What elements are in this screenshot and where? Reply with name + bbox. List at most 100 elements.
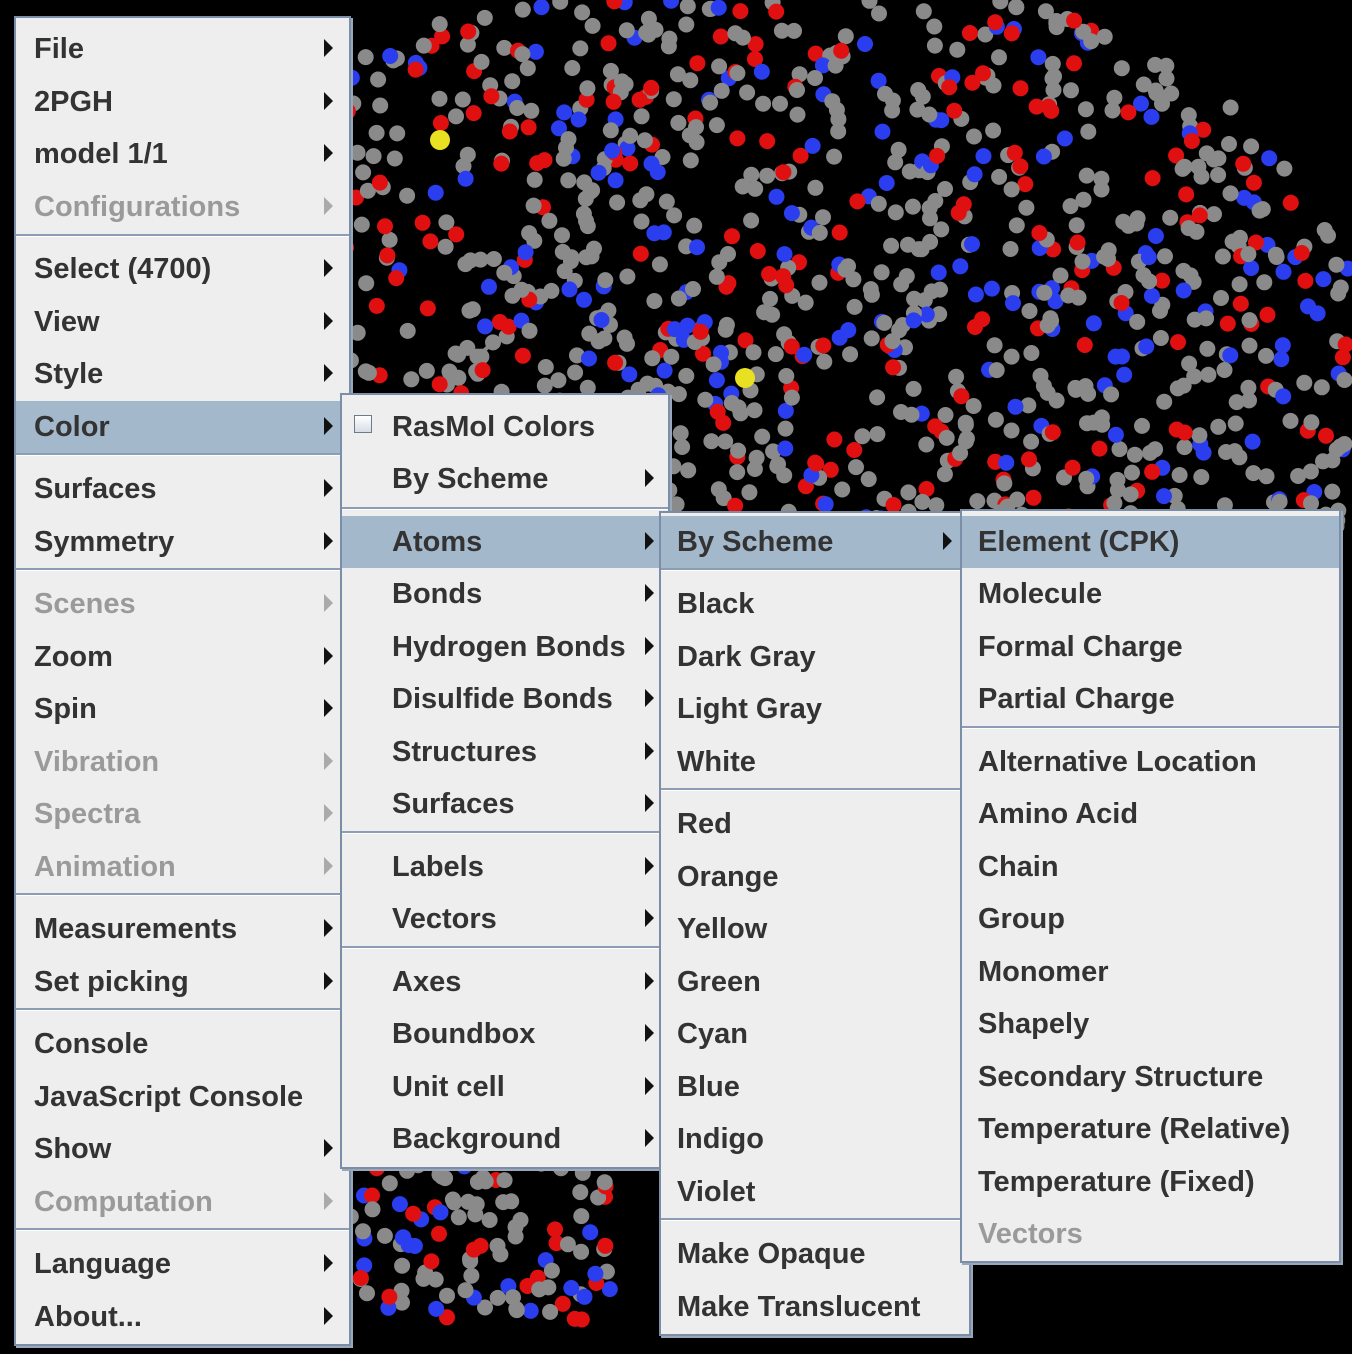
submenu-arrow-icon xyxy=(324,144,333,162)
menu-item-secondary-structure[interactable]: Secondary Structure xyxy=(962,1051,1339,1103)
menu-item-make-translucent[interactable]: Make Translucent xyxy=(661,1281,969,1333)
menu-item-background[interactable]: Background xyxy=(342,1113,668,1165)
menu-item-white[interactable]: White xyxy=(661,736,969,788)
menu-item-light-gray[interactable]: Light Gray xyxy=(661,683,969,735)
menu-item-amino-acid[interactable]: Amino Acid xyxy=(962,788,1339,840)
menu-item-set-picking[interactable]: Set picking xyxy=(16,956,349,1008)
menu-item-console[interactable]: Console xyxy=(16,1018,349,1070)
menu-item-formal-charge[interactable]: Formal Charge xyxy=(962,621,1339,673)
menu-item-label: Color xyxy=(34,411,110,443)
submenu-arrow-icon xyxy=(645,584,654,602)
menu-separator xyxy=(16,453,349,455)
menu-item-configurations[interactable]: Configurations xyxy=(16,181,349,233)
submenu-arrow-icon xyxy=(324,804,333,822)
menu-item-green[interactable]: Green xyxy=(661,956,969,1008)
menu-item-about[interactable]: About... xyxy=(16,1291,349,1343)
menu-item-animation[interactable]: Animation xyxy=(16,841,349,893)
submenu-arrow-icon xyxy=(324,92,333,110)
menu-item-label: model 1/1 xyxy=(34,138,168,170)
menu-separator xyxy=(16,568,349,570)
menu-item-make-opaque[interactable]: Make Opaque xyxy=(661,1228,969,1280)
menu-item-element-cpk[interactable]: Element (CPK) xyxy=(962,516,1339,568)
submenu-arrow-icon xyxy=(645,972,654,990)
menu-item-boundbox[interactable]: Boundbox xyxy=(342,1008,668,1060)
menu-item-yellow[interactable]: Yellow xyxy=(661,903,969,955)
menu-item-dark-gray[interactable]: Dark Gray xyxy=(661,631,969,683)
menu-item-label: Group xyxy=(978,903,1065,935)
menu-separator xyxy=(342,507,668,509)
menu-item-label: File xyxy=(34,33,84,65)
submenu-arrow-icon xyxy=(645,689,654,707)
menu-item-unit-cell[interactable]: Unit cell xyxy=(342,1061,668,1113)
menu-item-2pgh[interactable]: 2PGH xyxy=(16,76,349,128)
menu-item-label: Shapely xyxy=(978,1008,1090,1040)
menu-item-indigo[interactable]: Indigo xyxy=(661,1113,969,1165)
menu-item-computation[interactable]: Computation xyxy=(16,1176,349,1228)
menu-item-zoom[interactable]: Zoom xyxy=(16,631,349,683)
menu-item-by-scheme[interactable]: By Scheme xyxy=(342,453,668,505)
submenu-arrow-icon xyxy=(645,1024,654,1042)
submenu-arrow-icon xyxy=(645,742,654,760)
menu-separator xyxy=(342,946,668,948)
menu-item-view[interactable]: View xyxy=(16,296,349,348)
menu-item-model-1-1[interactable]: model 1/1 xyxy=(16,128,349,180)
menu-item-spin[interactable]: Spin xyxy=(16,683,349,735)
menu-item-measurements[interactable]: Measurements xyxy=(16,903,349,955)
menu-item-orange[interactable]: Orange xyxy=(661,851,969,903)
submenu-arrow-icon xyxy=(645,1077,654,1095)
menu-item-hydrogen-bonds[interactable]: Hydrogen Bonds xyxy=(342,621,668,673)
menu-item-group[interactable]: Group xyxy=(962,893,1339,945)
menu-item-vectors[interactable]: Vectors xyxy=(962,1208,1339,1260)
menu-item-blue[interactable]: Blue xyxy=(661,1061,969,1113)
submenu-arrow-icon xyxy=(645,469,654,487)
menu-item-symmetry[interactable]: Symmetry xyxy=(16,516,349,568)
menu-item-axes[interactable]: Axes xyxy=(342,956,668,1008)
menu-item-vectors[interactable]: Vectors xyxy=(342,893,668,945)
menu-item-alternative-location[interactable]: Alternative Location xyxy=(962,736,1339,788)
menu-item-atoms[interactable]: Atoms xyxy=(342,516,668,568)
menu-item-red[interactable]: Red xyxy=(661,798,969,850)
menu-item-vibration[interactable]: Vibration xyxy=(16,736,349,788)
menu-item-rasmol-colors[interactable]: RasMol Colors xyxy=(342,401,668,453)
menu-item-molecule[interactable]: Molecule xyxy=(962,568,1339,620)
menu-item-scenes[interactable]: Scenes xyxy=(16,578,349,630)
menu-item-bonds[interactable]: Bonds xyxy=(342,568,668,620)
menu-item-structures[interactable]: Structures xyxy=(342,726,668,778)
menu-item-cyan[interactable]: Cyan xyxy=(661,1008,969,1060)
submenu-arrow-icon xyxy=(324,1192,333,1210)
menu-item-violet[interactable]: Violet xyxy=(661,1166,969,1218)
menu-item-label: Light Gray xyxy=(677,693,823,725)
menu-item-label: Scenes xyxy=(34,588,136,620)
menu-item-show[interactable]: Show xyxy=(16,1123,349,1175)
menu-item-surfaces[interactable]: Surfaces xyxy=(342,778,668,830)
menu-item-monomer[interactable]: Monomer xyxy=(962,946,1339,998)
menu-separator xyxy=(16,1228,349,1230)
menu-item-file[interactable]: File xyxy=(16,23,349,75)
menu-item-style[interactable]: Style xyxy=(16,348,349,400)
menu-item-language[interactable]: Language xyxy=(16,1238,349,1290)
menu-item-label: Boundbox xyxy=(392,1018,536,1050)
menu-item-temperature-fixed[interactable]: Temperature (Fixed) xyxy=(962,1156,1339,1208)
menu-item-label: Configurations xyxy=(34,191,241,223)
checkbox-icon[interactable] xyxy=(354,415,372,433)
menu-item-spectra[interactable]: Spectra xyxy=(16,788,349,840)
submenu-arrow-icon xyxy=(645,794,654,812)
submenu-arrow-icon xyxy=(324,647,333,665)
menu-item-select-4700[interactable]: Select (4700) xyxy=(16,243,349,295)
menu-item-label: Surfaces xyxy=(34,473,157,505)
menu-item-disulfide-bonds[interactable]: Disulfide Bonds xyxy=(342,673,668,725)
menu-item-black[interactable]: Black xyxy=(661,578,969,630)
menu-item-labels[interactable]: Labels xyxy=(342,841,668,893)
menu-item-by-scheme[interactable]: By Scheme xyxy=(661,516,969,568)
menu-item-color[interactable]: Color xyxy=(16,401,349,453)
menu-item-chain[interactable]: Chain xyxy=(962,841,1339,893)
menu-item-label: Labels xyxy=(392,851,484,883)
menu-item-javascript-console[interactable]: JavaScript Console xyxy=(16,1071,349,1123)
menu-item-shapely[interactable]: Shapely xyxy=(962,998,1339,1050)
menu-item-label: Surfaces xyxy=(392,788,515,820)
menu-item-partial-charge[interactable]: Partial Charge xyxy=(962,673,1339,725)
menu-item-temperature-relative[interactable]: Temperature (Relative) xyxy=(962,1103,1339,1155)
menu-item-surfaces[interactable]: Surfaces xyxy=(16,463,349,515)
submenu-arrow-icon xyxy=(324,312,333,330)
menu-item-label: Temperature (Relative) xyxy=(978,1113,1291,1145)
